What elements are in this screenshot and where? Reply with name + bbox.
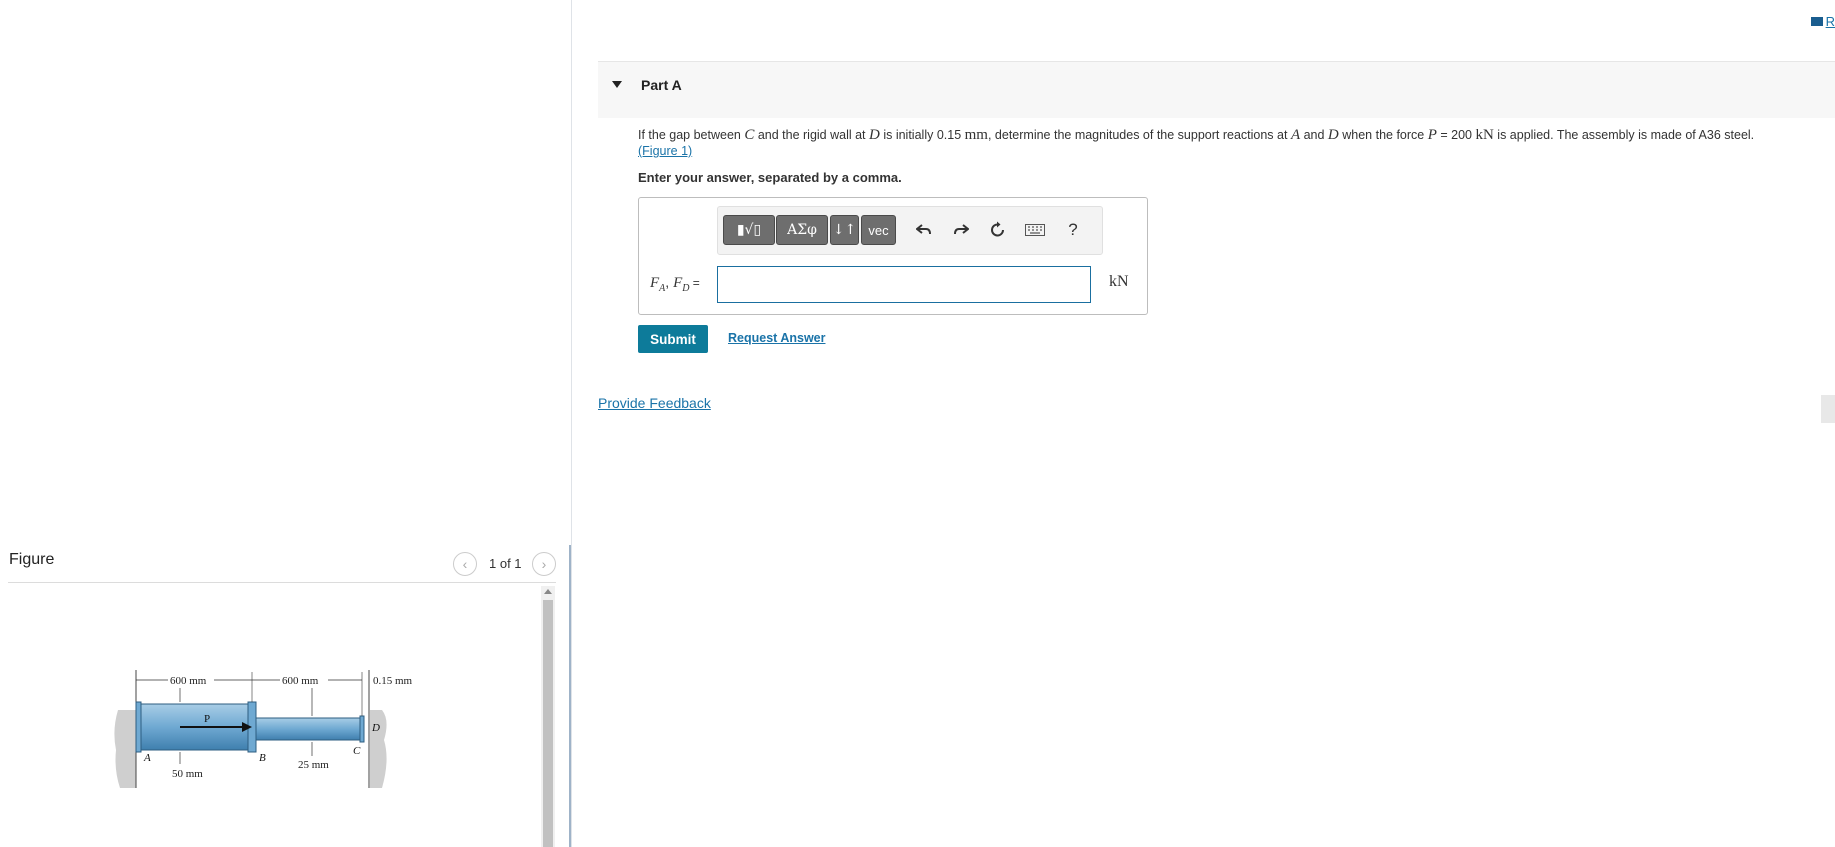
greek-symbols-button[interactable]: ΑΣφ [776,215,828,245]
figure-separator [8,582,556,583]
left-flange [135,701,142,753]
figure-link[interactable]: (Figure 1) [638,144,692,158]
reset-icon[interactable] [987,219,1009,241]
chevron-left-icon: ‹ [462,556,468,572]
top-right-link-text[interactable]: R [1826,14,1835,29]
templates-button[interactable]: ▮√▯ [723,215,775,245]
scroll-up-arrow-icon[interactable] [544,589,552,594]
keyboard-icon[interactable] [1024,219,1046,241]
part-a-title: Part A [641,77,682,93]
dim2-label: 600 mm [282,675,319,687]
previous-figure-button[interactable]: ‹ [453,552,477,576]
figure-page-count: 1 of 1 [489,556,522,571]
collapse-triangle-icon[interactable] [612,81,622,88]
top-right-link[interactable]: R [1810,14,1835,29]
label-c: C [353,745,361,757]
diameter-2-label: 25 mm [298,759,329,771]
help-button[interactable]: ? [1062,219,1084,241]
label-p: P [204,713,210,725]
panel-divider-accent [569,545,571,847]
side-scroll-tab[interactable] [1821,395,1835,423]
assembly-diagram: 600 mm 600 mm 0.15 mm P A B C D 50 mm 25… [110,660,450,790]
panel-divider [571,0,572,847]
left-wall [114,710,136,788]
next-figure-button[interactable]: › [532,552,556,576]
gap-label: 0.15 mm [373,675,413,687]
answer-unit: kN [1109,273,1129,290]
request-answer-link[interactable]: Request Answer [728,331,825,345]
vector-button[interactable]: vec [861,215,896,245]
book-icon [1810,17,1823,26]
figure-title: Figure [9,551,55,568]
dim1-label: 600 mm [170,675,207,687]
question-text: If the gap between C and the rigid wall … [638,127,1755,158]
end-c [359,715,365,743]
label-a: A [143,752,151,764]
answer-label: FA, FD = [650,274,700,294]
submit-button[interactable]: Submit [638,325,708,353]
part-a-header[interactable] [598,61,1835,118]
undo-icon[interactable] [913,219,935,241]
math-toolbar: ▮√▯ ΑΣφ ↓↑ vec ? [717,206,1103,255]
small-rod [255,717,363,741]
subscript-superscript-button[interactable]: ↓↑ [830,215,859,245]
label-d: D [371,722,380,734]
provide-feedback-link[interactable]: Provide Feedback [598,395,711,411]
answer-input[interactable] [717,266,1091,303]
figure-scrollbar[interactable] [541,586,555,847]
redo-icon[interactable] [950,219,972,241]
answer-instruction: Enter your answer, separated by a comma. [638,170,902,185]
label-b: B [259,752,266,764]
scrollbar-thumb[interactable] [543,600,553,847]
diameter-1-label: 50 mm [172,768,203,780]
chevron-right-icon: › [541,556,547,572]
